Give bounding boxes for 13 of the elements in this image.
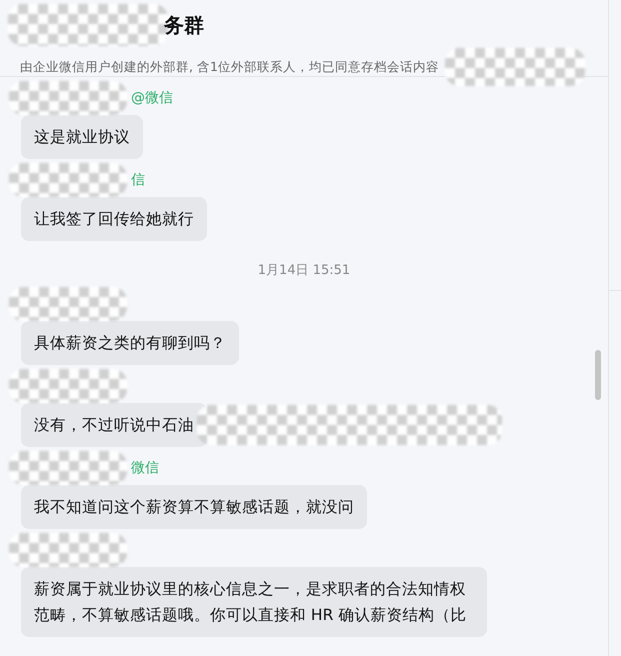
- message-bubble: 薪资属于就业协议里的核心信息之一，是求职者的合法知情权范畴，不算敏感话题哦。你可以直接和 HR 确认薪资结构（比: [21, 567, 487, 637]
- group-subtitle: 由企业微信用户创建的外部群, 含1位外部联系人，均已同意存档会话内容: [20, 58, 439, 76]
- scrollbar-thumb[interactable]: [595, 350, 601, 400]
- message-bubble: 这是就业协议: [21, 115, 143, 159]
- sender-tag: @微信: [131, 89, 173, 107]
- sender-tag: 信: [131, 171, 145, 189]
- timestamp: 1月14日 15:51: [258, 262, 350, 279]
- message-bubble: 我不知道问这个薪资算不算敏感话题，就没问: [21, 485, 367, 529]
- message-bubble: 让我签了回传给她就行: [21, 197, 207, 241]
- group-title: 务群: [164, 12, 204, 38]
- sender-tag: 微信: [131, 459, 159, 477]
- message-bubble: 没有，不过听说中石油: [21, 403, 207, 447]
- message-bubble: 具体薪资之类的有聊到吗？: [21, 321, 239, 365]
